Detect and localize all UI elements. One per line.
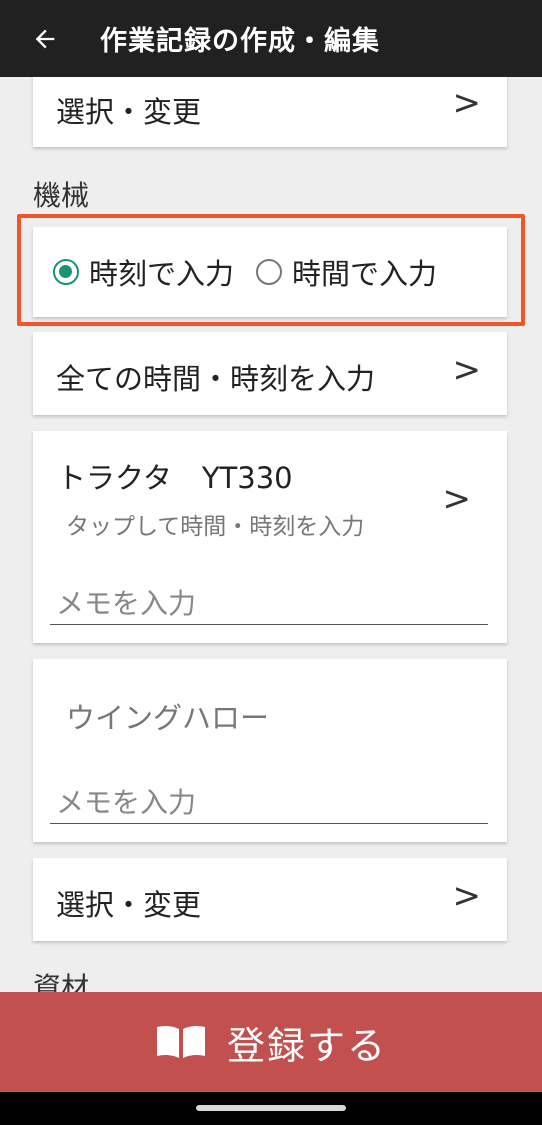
all-time-input-label: 全ての時間・時刻を入力 xyxy=(56,362,376,396)
machine-section-label: 機械 xyxy=(33,179,90,212)
all-time-input-row[interactable]: 全ての時間・時刻を入力 > xyxy=(33,332,507,415)
memo-input[interactable]: メモを入力 xyxy=(50,781,488,824)
materials-section-label: 資材 xyxy=(33,971,90,992)
memo-input[interactable]: メモを入力 xyxy=(50,582,488,625)
machine-hint: タップして時間・時刻を入力 xyxy=(66,514,365,540)
machine-name: ウイングハロー xyxy=(66,701,270,735)
open-book-icon xyxy=(155,1024,207,1060)
register-button-label: 登録する xyxy=(226,1023,387,1068)
machine-name: トラクタ xyxy=(57,461,172,495)
machine-card-tractor[interactable]: トラクタ YT330 タップして時間・時刻を入力 > メモを入力 xyxy=(33,431,507,643)
highlight-box xyxy=(17,214,525,326)
home-gesture-bar[interactable] xyxy=(196,1105,346,1111)
app-bar: 作業記録の作成・編集 xyxy=(0,0,542,77)
chevron-right-icon: > xyxy=(452,83,482,123)
system-nav-bar xyxy=(0,1092,542,1125)
machine-model: YT330 xyxy=(201,461,293,495)
form-content[interactable]: 選択・変更 > 機械 時刻で入力 時間で入力 全ての時間・時刻を入力 > トラク… xyxy=(0,77,542,992)
machine-card-wing-harrow[interactable]: ウイングハロー メモを入力 xyxy=(33,659,507,842)
machine-select-change-label: 選択・変更 xyxy=(56,888,202,922)
machine-title: トラクタ YT330 xyxy=(57,455,293,497)
page-title: 作業記録の作成・編集 xyxy=(100,26,380,57)
machine-select-change-row[interactable]: 選択・変更 > xyxy=(33,858,507,941)
chevron-right-icon: > xyxy=(442,479,472,519)
top-select-change-row[interactable]: 選択・変更 > xyxy=(33,77,507,147)
arrow-left-icon xyxy=(35,29,55,48)
chevron-right-icon: > xyxy=(452,350,482,390)
top-select-change-label: 選択・変更 xyxy=(56,95,202,129)
chevron-right-icon: > xyxy=(452,876,482,916)
back-button[interactable] xyxy=(20,0,70,77)
register-button[interactable]: 登録する xyxy=(0,992,542,1092)
